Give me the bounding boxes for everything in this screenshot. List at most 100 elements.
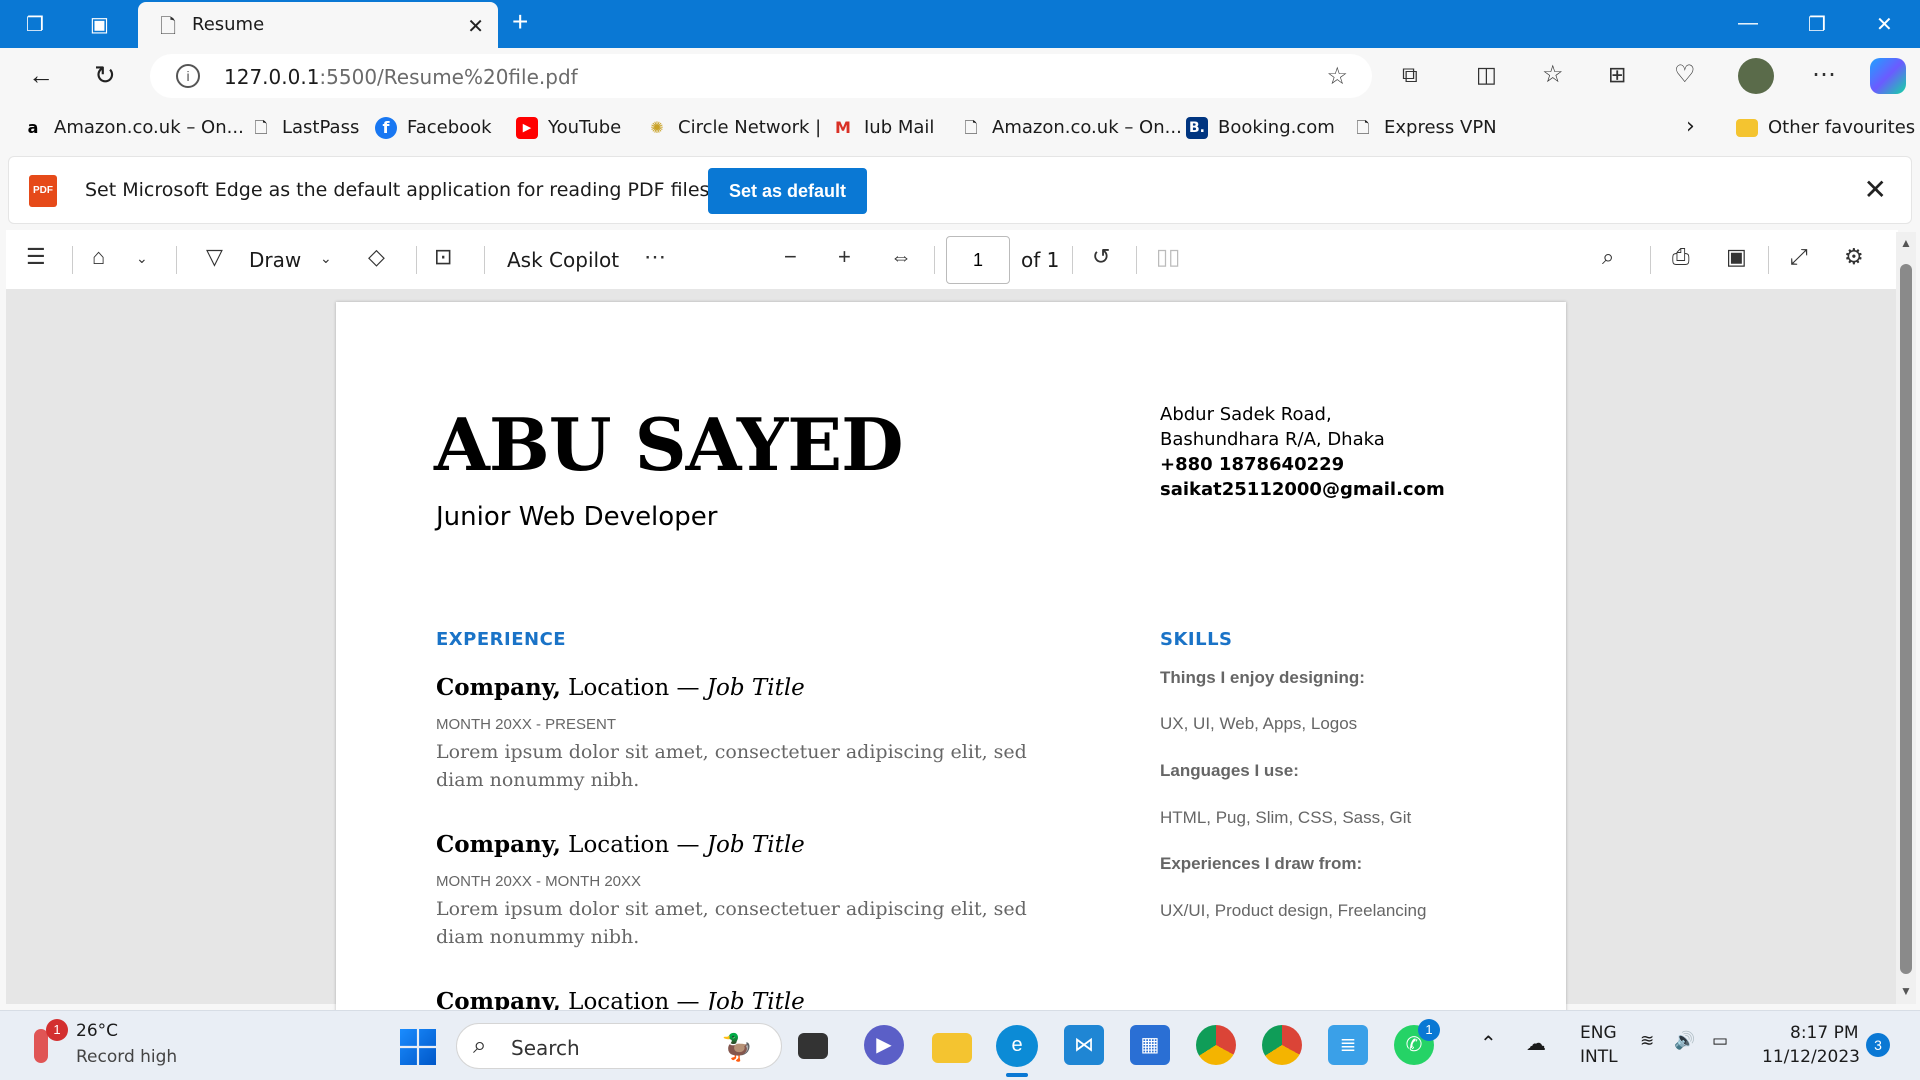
store-icon[interactable]: ▦: [1130, 1025, 1170, 1065]
favourites-bar: a Amazon.co.uk – On... 🗋 LastPass f Faceboo…: [0, 106, 1920, 150]
chrome-icon[interactable]: [1262, 1025, 1302, 1065]
meet-icon[interactable]: ▶: [864, 1025, 904, 1065]
skill-heading: Experiences I draw from:: [1160, 854, 1363, 873]
ask-copilot-button[interactable]: Ask Copilot: [507, 248, 619, 272]
minimize-icon[interactable]: —: [1738, 12, 1758, 35]
skill-value: UX, UI, Web, Apps, Logos: [1160, 714, 1358, 733]
close-infobar-icon[interactable]: ✕: [1864, 173, 1887, 206]
pdf-page: ABU SAYED Junior Web Developer Abdur Sad…: [336, 302, 1566, 1022]
address-bar[interactable]: i 127.0.0.1:5500/Resume%20file.pdf ☆: [150, 54, 1372, 98]
page-number-input[interactable]: 1: [946, 236, 1010, 284]
vscode-icon[interactable]: ⋈: [1064, 1025, 1104, 1065]
zoom-in-icon[interactable]: +: [838, 244, 851, 270]
chevron-right-icon[interactable]: ›: [1686, 114, 1695, 139]
draw-icon[interactable]: ▽: [206, 244, 223, 270]
rotate-icon[interactable]: ↺: [1092, 244, 1110, 270]
notepad-icon[interactable]: ≣: [1328, 1025, 1368, 1065]
fullscreen-icon[interactable]: ⤢: [1790, 244, 1808, 270]
favourite-item[interactable]: M Iub Mail: [832, 117, 934, 139]
file-explorer-icon[interactable]: [932, 1033, 972, 1063]
language-1[interactable]: ENG: [1580, 1023, 1617, 1043]
notification-badge[interactable]: 3: [1866, 1033, 1890, 1057]
chrome-icon[interactable]: [1196, 1025, 1236, 1065]
tab-actions-icon[interactable]: ▣: [90, 12, 109, 37]
save-icon[interactable]: ▣: [1726, 244, 1747, 270]
page-icon: 🗋: [160, 16, 177, 38]
chevron-down-icon[interactable]: ⌄: [320, 250, 332, 267]
copilot-icon[interactable]: [1870, 58, 1906, 94]
more-icon[interactable]: ⋯: [644, 244, 666, 270]
favourites-icon[interactable]: ☆: [1542, 60, 1564, 89]
favourite-item[interactable]: 🗋 LastPass: [250, 117, 360, 139]
taskbar-search[interactable]: ⌕ Search 🦆: [456, 1023, 782, 1069]
favourite-item[interactable]: a Amazon.co.uk – On...: [22, 117, 244, 139]
scrollbar-thumb[interactable]: [1900, 264, 1912, 974]
collections-icon[interactable]: ⊞: [1608, 62, 1626, 88]
set-as-default-button[interactable]: Set as default: [708, 168, 867, 214]
resume-role: Junior Web Developer: [436, 502, 718, 532]
highlight-icon[interactable]: ⌂: [92, 244, 105, 270]
zoom-out-icon[interactable]: −: [784, 244, 797, 270]
print-icon[interactable]: ⎙: [1672, 244, 1690, 270]
favourite-item[interactable]: ▶ YouTube: [516, 117, 621, 139]
scrollbar[interactable]: ▲ ▼: [1896, 232, 1916, 1004]
weather-temp[interactable]: 26°C: [76, 1021, 118, 1041]
active-indicator: [1006, 1073, 1028, 1077]
close-tab-icon[interactable]: ✕: [467, 14, 484, 39]
extensions-icon[interactable]: ⧉: [1402, 62, 1418, 88]
settings-icon[interactable]: ⚙: [1844, 244, 1864, 270]
restore-icon[interactable]: ❐: [1808, 12, 1826, 37]
favourite-item[interactable]: f Facebook: [375, 117, 492, 139]
chevron-down-icon[interactable]: ⌄: [136, 250, 148, 267]
url-text: 127.0.0.1:5500/Resume%20file.pdf: [224, 65, 578, 89]
email: saikat25112000@gmail.com: [1160, 479, 1445, 500]
fit-width-icon[interactable]: ⇔: [890, 244, 912, 270]
tab-resume[interactable]: 🗋 Resume ✕: [138, 2, 498, 48]
favourite-item[interactable]: B. Booking.com: [1186, 117, 1335, 139]
onedrive-icon[interactable]: ☁: [1526, 1031, 1546, 1055]
circle-network-icon: ✺: [650, 118, 664, 137]
eraser-icon[interactable]: ◇: [368, 244, 385, 270]
weather-desc[interactable]: Record high: [76, 1047, 177, 1067]
start-icon[interactable]: [400, 1029, 436, 1065]
page-view-icon[interactable]: ▯▯: [1156, 244, 1180, 270]
scroll-down-icon[interactable]: ▼: [1900, 984, 1912, 998]
divider: [416, 246, 417, 274]
divider: [484, 246, 485, 274]
language-2[interactable]: INTL: [1580, 1047, 1618, 1067]
clock-time[interactable]: 8:17 PM: [1790, 1023, 1859, 1043]
clock-date[interactable]: 11/12/2023: [1762, 1047, 1860, 1067]
back-icon[interactable]: ←: [28, 60, 54, 91]
workspaces-icon[interactable]: ❐: [26, 12, 44, 37]
volume-icon[interactable]: 🔊: [1674, 1031, 1695, 1051]
avatar[interactable]: [1738, 58, 1774, 94]
split-screen-icon[interactable]: ◫: [1476, 62, 1497, 88]
info-icon[interactable]: i: [176, 64, 200, 88]
draw-button[interactable]: Draw: [249, 248, 301, 272]
search-icon[interactable]: ⌕: [1602, 244, 1614, 270]
pdf-viewer[interactable]: ABU SAYED Junior Web Developer Abdur Sad…: [6, 290, 1898, 1022]
youtube-icon: ▶: [516, 117, 538, 139]
text-box-icon[interactable]: ⊡: [434, 244, 452, 270]
page-icon: 🗋: [964, 118, 978, 137]
new-tab-icon[interactable]: +: [512, 6, 528, 38]
browser-essentials-icon[interactable]: ♡: [1674, 60, 1696, 89]
task-view-icon[interactable]: [798, 1033, 828, 1059]
more-icon[interactable]: ⋯: [1812, 60, 1836, 89]
chevron-up-icon[interactable]: ⌃: [1480, 1031, 1497, 1055]
other-favourites[interactable]: Other favourites: [1736, 117, 1915, 138]
close-window-icon[interactable]: ✕: [1876, 12, 1893, 37]
star-icon[interactable]: ☆: [1326, 62, 1348, 91]
favourite-item[interactable]: 🗋 Amazon.co.uk – On...: [960, 117, 1182, 139]
contents-icon[interactable]: ☰: [26, 244, 46, 270]
amazon-icon: a: [27, 118, 39, 137]
wifi-icon[interactable]: ≋: [1640, 1031, 1654, 1051]
scroll-up-icon[interactable]: ▲: [1900, 236, 1912, 250]
favourite-item[interactable]: 🗋 Express VPN: [1352, 117, 1497, 139]
edge-icon[interactable]: e: [996, 1025, 1038, 1067]
divider: [1650, 246, 1651, 274]
favourite-item[interactable]: ✺ Circle Network |: [646, 117, 821, 139]
refresh-icon[interactable]: ↻: [94, 60, 116, 91]
title-bar: ❐ ▣ 🗋 Resume ✕ + — ❐ ✕: [0, 0, 1920, 48]
battery-icon[interactable]: ▭: [1712, 1031, 1728, 1051]
